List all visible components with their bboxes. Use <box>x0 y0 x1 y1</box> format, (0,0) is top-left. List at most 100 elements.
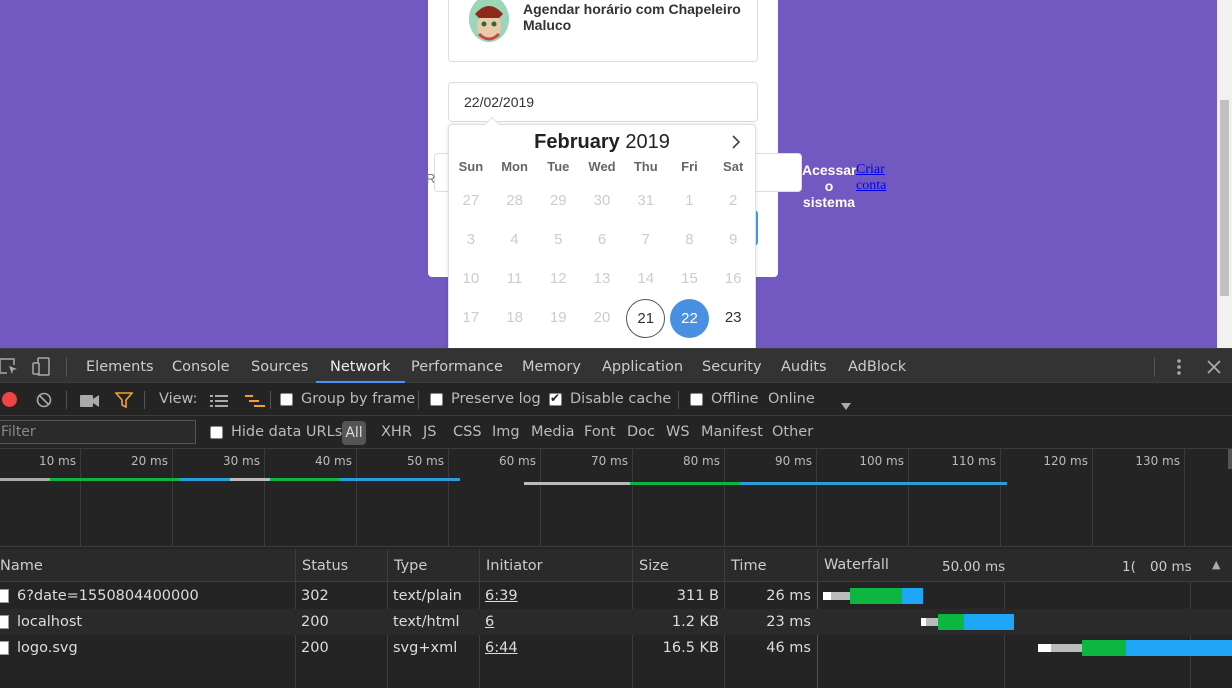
sort-ascending-icon[interactable]: ▲ <box>1212 549 1220 581</box>
date-input[interactable]: 22/02/2019 <box>448 82 758 122</box>
day-cell-selected[interactable]: 22 <box>668 299 712 338</box>
table-row[interactable]: logo.svg 200 svg+xml 6:44 16.5 KB 46 ms <box>0 635 1232 661</box>
type-filter-doc[interactable]: Doc <box>627 416 655 449</box>
day-cell[interactable]: 11 <box>493 260 537 297</box>
day-cell[interactable]: 7 <box>624 221 668 258</box>
day-cell[interactable]: 16 <box>711 260 755 297</box>
day-cell[interactable]: 23 <box>711 299 755 336</box>
day-cell[interactable]: 1 <box>668 182 712 219</box>
table-row[interactable]: 6?date=1550804400000 302 text/plain 6:39 311… <box>0 583 1232 609</box>
day-cell[interactable]: 10 <box>449 260 493 297</box>
day-cell[interactable]: 31 <box>624 182 668 219</box>
day-cell[interactable]: 6 <box>580 221 624 258</box>
day-cell[interactable]: 30 <box>580 182 624 219</box>
type-filter-ws[interactable]: WS <box>666 416 690 449</box>
toolbar-divider <box>270 391 271 409</box>
tab-elements[interactable]: Elements <box>86 349 154 383</box>
cell-name[interactable]: localhost <box>17 609 287 635</box>
day-cell[interactable]: 28 <box>493 182 537 219</box>
record-icon[interactable] <box>2 392 17 407</box>
day-cell[interactable]: 2 <box>711 182 755 219</box>
day-number: 6 <box>597 231 607 248</box>
day-number: 2 <box>729 192 738 209</box>
inspect-icon[interactable] <box>0 357 20 377</box>
column-waterfall[interactable]: Waterfall 50.00 ms 1( 00 ms ▲ <box>817 549 1232 582</box>
scrollbar-thumb[interactable] <box>1220 100 1229 296</box>
day-cell[interactable]: 3 <box>449 221 493 258</box>
chevron-right-icon[interactable] <box>727 133 745 151</box>
day-cell[interactable]: 18 <box>493 299 537 336</box>
day-cell[interactable]: 17 <box>449 299 493 336</box>
column-size[interactable]: Size <box>632 549 725 582</box>
day-number: 1 <box>685 192 694 209</box>
day-cell[interactable]: 9 <box>711 221 755 258</box>
day-cell[interactable]: 14 <box>624 260 668 297</box>
filter-input[interactable]: Filter <box>0 420 196 444</box>
type-filter-js[interactable]: JS <box>423 416 436 449</box>
overview-gridline <box>1092 449 1093 547</box>
type-filter-other[interactable]: Other <box>772 416 813 449</box>
tab-application[interactable]: Application <box>602 349 683 383</box>
tab-console[interactable]: Console <box>172 349 230 383</box>
day-cell[interactable]: 15 <box>668 260 712 297</box>
overview-scrollbar[interactable] <box>1228 449 1232 469</box>
day-cell[interactable]: 4 <box>493 221 537 258</box>
overview-gridline <box>1184 449 1185 547</box>
tab-performance[interactable]: Performance <box>411 349 503 383</box>
table-row[interactable]: localhost 200 text/html 6 1.2 KB 23 ms <box>0 609 1232 635</box>
column-status[interactable]: Status <box>295 549 388 582</box>
list-view-icon[interactable] <box>210 393 228 407</box>
cell-initiator[interactable]: 6 <box>485 609 625 635</box>
tab-adblock[interactable]: AdBlock <box>848 349 906 383</box>
devtools-tab-bar: Elements Console Sources Network Performance… <box>0 348 1232 383</box>
cell-initiator[interactable]: 6:39 <box>485 583 625 609</box>
provider-box[interactable]: Agendar horário com Chapeleiro Maluco <box>448 0 758 62</box>
type-filter-all[interactable]: All <box>342 421 366 445</box>
type-filter-css[interactable]: CSS <box>453 416 482 449</box>
dropdown-arrow-icon[interactable] <box>841 396 851 410</box>
signup-link[interactable]: Criar conta <box>856 162 896 194</box>
column-initiator[interactable]: Initiator <box>479 549 633 582</box>
tab-sources[interactable]: Sources <box>251 349 308 383</box>
throttling-select[interactable]: Online <box>768 383 815 416</box>
tab-audits[interactable]: Audits <box>781 349 827 383</box>
type-filter-font[interactable]: Font <box>584 416 616 449</box>
type-filter-media[interactable]: Media <box>531 416 575 449</box>
day-cell[interactable]: 27 <box>449 182 493 219</box>
type-filter-img[interactable]: Img <box>492 416 520 449</box>
day-cell[interactable]: 20 <box>580 299 624 336</box>
column-time[interactable]: Time <box>724 549 818 582</box>
cell-initiator[interactable]: 6:44 <box>485 635 625 661</box>
day-cell[interactable]: 29 <box>536 182 580 219</box>
day-cell-today[interactable]: 21 <box>624 299 668 338</box>
column-type[interactable]: Type <box>387 549 480 582</box>
waterfall-view-icon[interactable] <box>245 393 265 407</box>
more-options-icon[interactable] <box>1170 357 1188 377</box>
hide-data-urls-checkbox[interactable] <box>210 426 223 439</box>
tab-memory[interactable]: Memory <box>522 349 581 383</box>
day-cell[interactable]: 12 <box>536 260 580 297</box>
day-cell[interactable]: 13 <box>580 260 624 297</box>
clear-icon[interactable] <box>36 392 52 408</box>
cell-name[interactable]: 6?date=1550804400000 <box>17 583 287 609</box>
overview-bar-wait <box>270 478 340 481</box>
offline-checkbox[interactable] <box>690 393 703 406</box>
device-toolbar-icon[interactable] <box>32 357 52 377</box>
day-cell[interactable]: 5 <box>536 221 580 258</box>
page-scrollbar[interactable] <box>1217 0 1232 348</box>
type-filter-xhr[interactable]: XHR <box>381 416 412 449</box>
disable-cache-checkbox[interactable] <box>549 391 562 406</box>
filter-icon[interactable] <box>114 392 134 409</box>
day-cell[interactable]: 19 <box>536 299 580 336</box>
tab-security[interactable]: Security <box>702 349 762 383</box>
camera-icon[interactable] <box>80 393 100 407</box>
close-icon[interactable] <box>1204 357 1224 377</box>
login-link[interactable]: Acessar o sistema <box>802 162 857 210</box>
column-name[interactable]: Name <box>0 549 294 582</box>
day-cell[interactable]: 8 <box>668 221 712 258</box>
tab-network[interactable]: Network <box>316 349 405 383</box>
type-filter-manifest[interactable]: Manifest <box>701 416 763 449</box>
cell-name[interactable]: logo.svg <box>17 635 287 661</box>
group-by-frame-checkbox[interactable] <box>280 393 293 406</box>
preserve-log-checkbox[interactable] <box>430 393 443 406</box>
